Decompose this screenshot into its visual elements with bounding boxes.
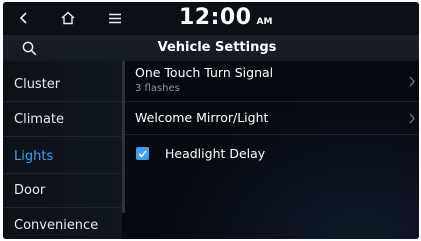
one-touch-turn-signal-label: One Touch Turn Signal <box>135 65 274 80</box>
clock-ampm: AM <box>256 17 273 27</box>
chevron-right-icon <box>407 74 417 88</box>
setting-row-one-touch-turn-signal[interactable]: One Touch Turn Signal 3 flashes <box>125 61 419 102</box>
sidebar-item-label: Lights <box>14 148 54 164</box>
settings-list: One Touch Turn Signal 3 flashes Welcome … <box>125 61 419 239</box>
page-title: Vehicle Settings <box>157 40 277 55</box>
sidebar-item-convenience[interactable]: Convenience <box>3 208 122 239</box>
sidebar-item-lights[interactable]: Lights <box>3 139 122 174</box>
home-icon <box>61 11 75 25</box>
back-button[interactable] <box>9 5 39 31</box>
sidebar-item-label: Cluster <box>14 76 61 92</box>
setting-row-headlight-delay[interactable]: Headlight Delay <box>125 135 419 170</box>
top-bar: 12:00 AM <box>3 2 419 35</box>
back-icon <box>19 12 27 24</box>
sidebar-item-label: Climate <box>14 111 65 127</box>
welcome-mirror-light-label: Welcome Mirror/Light <box>135 110 269 125</box>
setting-row-welcome-mirror-light[interactable]: Welcome Mirror/Light <box>125 102 419 135</box>
checkmark-icon <box>138 149 147 158</box>
clock-time: 12:00 <box>179 5 252 30</box>
clock: 12:00 AM <box>179 5 272 33</box>
headlight-delay-checkbox[interactable] <box>136 147 149 160</box>
home-button[interactable] <box>53 5 83 31</box>
sidebar-item-label: Door <box>14 182 46 198</box>
sidebar: Cluster Climate Lights Door Convenience <box>3 61 122 239</box>
sidebar-item-cluster[interactable]: Cluster <box>3 67 122 102</box>
chevron-right-icon <box>407 111 417 125</box>
sidebar-item-climate[interactable]: Climate <box>3 102 122 137</box>
headlight-delay-label: Headlight Delay <box>165 146 266 161</box>
sidebar-item-door[interactable]: Door <box>3 173 122 208</box>
one-touch-turn-signal-value: 3 flashes <box>135 83 180 94</box>
menu-icon <box>109 13 121 23</box>
sidebar-item-label: Convenience <box>14 218 99 233</box>
vehicle-settings-screen: 12:00 AM Vehicle Settings Cluster Climat… <box>3 2 419 239</box>
menu-button[interactable] <box>100 5 130 31</box>
title-bar: Vehicle Settings <box>3 35 419 61</box>
